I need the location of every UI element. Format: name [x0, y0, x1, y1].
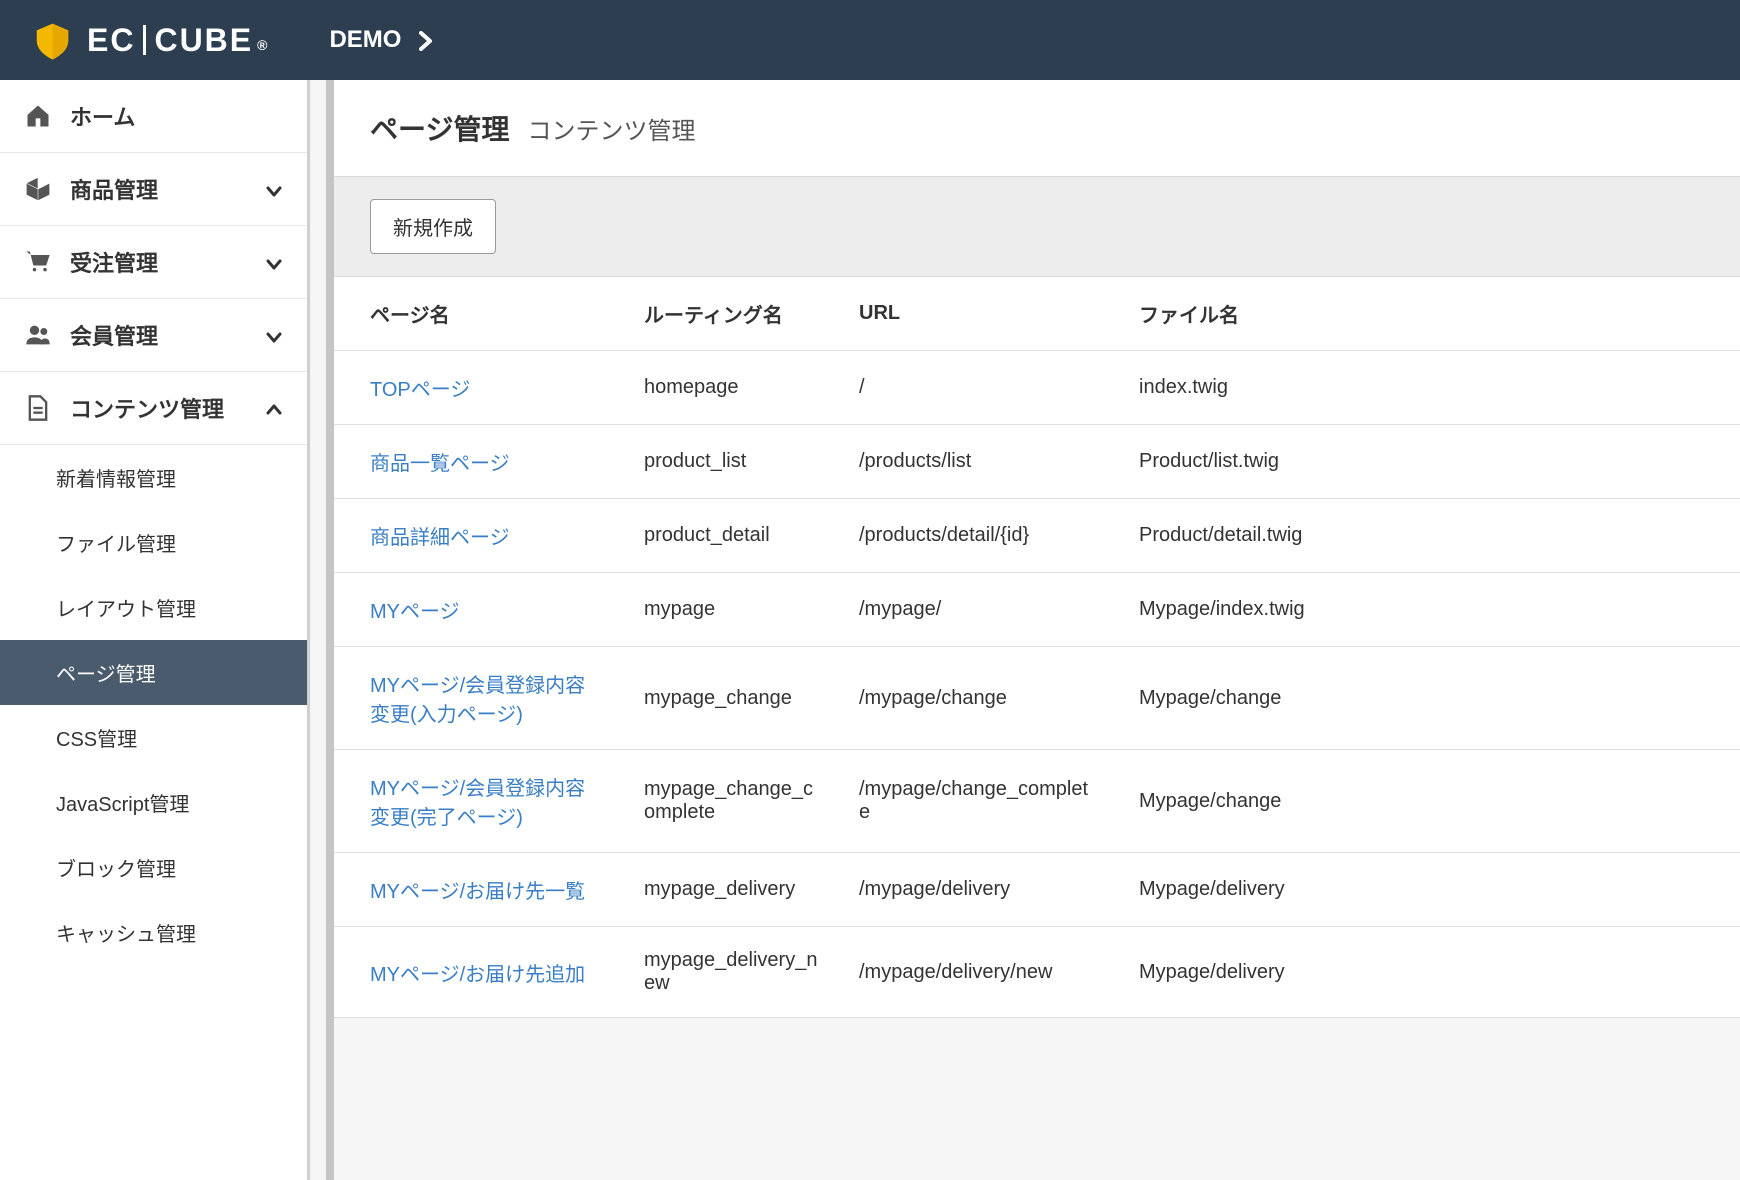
chevron-down-icon	[265, 253, 283, 271]
table-header-row: ページ名 ルーティング名 URL ファイル名	[334, 277, 1740, 351]
page-header: ページ管理 コンテンツ管理	[334, 80, 1740, 176]
subnav-item-page[interactable]: ページ管理	[0, 640, 307, 705]
cell-url: /mypage/change	[839, 647, 1119, 750]
th-routing: ルーティング名	[624, 277, 839, 351]
sidebar-item-label: 会員管理	[70, 319, 265, 351]
cell-file: Product/detail.twig	[1119, 499, 1740, 573]
subnav-item-js[interactable]: JavaScript管理	[0, 770, 307, 835]
cell-route: product_detail	[624, 499, 839, 573]
toolbar: 新規作成	[334, 176, 1740, 277]
cell-route: product_list	[624, 425, 839, 499]
sidebar-item-label: 商品管理	[70, 173, 265, 205]
th-page-name: ページ名	[334, 277, 624, 351]
page-name-link[interactable]: 商品詳細ページ	[334, 499, 624, 573]
logo-shield-icon	[30, 18, 75, 63]
table-row: MYページmypage/mypage/Mypage/index.twig	[334, 573, 1740, 647]
cell-url: /	[839, 351, 1119, 425]
page-table: ページ名 ルーティング名 URL ファイル名 TOPページhomepage/in…	[334, 277, 1740, 1018]
demo-link[interactable]: DEMO	[329, 26, 433, 54]
top-header: EC CUBE ® DEMO	[0, 0, 1740, 80]
cell-file: Mypage/change	[1119, 647, 1740, 750]
sidebar: ホーム 商品管理 受注管理 会員管理 コンテンツ管理 新着情報管理 ファイル管理…	[0, 80, 310, 1180]
page-name-link[interactable]: MYページ/お届け先一覧	[334, 853, 624, 927]
cell-file: Mypage/delivery	[1119, 927, 1740, 1018]
cell-url: /products/detail/{id}	[839, 499, 1119, 573]
file-icon	[24, 394, 52, 422]
cell-file: Mypage/index.twig	[1119, 573, 1740, 647]
subnav-item-cache[interactable]: キャッシュ管理	[0, 900, 307, 965]
demo-label: DEMO	[329, 26, 401, 54]
sidebar-item-orders[interactable]: 受注管理	[0, 226, 307, 299]
cube-icon	[24, 175, 52, 203]
logo-text-cube: CUBE	[154, 22, 253, 59]
th-url: URL	[839, 277, 1119, 351]
sidebar-item-label: コンテンツ管理	[70, 392, 265, 424]
cell-file: Mypage/delivery	[1119, 853, 1740, 927]
cell-url: /mypage/	[839, 573, 1119, 647]
page-name-link[interactable]: MYページ/お届け先追加	[334, 927, 624, 1018]
page-name-link[interactable]: MYページ/会員登録内容変更(入力ページ)	[334, 647, 624, 750]
logo-text-ec: EC	[87, 22, 135, 59]
cell-url: /mypage/delivery	[839, 853, 1119, 927]
logo-trademark: ®	[257, 37, 269, 53]
cell-url: /mypage/delivery/new	[839, 927, 1119, 1018]
cell-route: mypage_delivery	[624, 853, 839, 927]
cell-url: /mypage/change_complete	[839, 750, 1119, 853]
sidebar-item-members[interactable]: 会員管理	[0, 299, 307, 372]
cell-url: /products/list	[839, 425, 1119, 499]
create-button[interactable]: 新規作成	[370, 199, 496, 254]
subnav-item-news[interactable]: 新着情報管理	[0, 445, 307, 510]
cell-file: Product/list.twig	[1119, 425, 1740, 499]
sidebar-item-content[interactable]: コンテンツ管理	[0, 372, 307, 445]
home-icon	[24, 102, 52, 130]
logo[interactable]: EC CUBE ®	[30, 18, 269, 63]
cart-icon	[24, 248, 52, 276]
cell-route: mypage_change	[624, 647, 839, 750]
users-icon	[24, 321, 52, 349]
sidebar-item-products[interactable]: 商品管理	[0, 153, 307, 226]
table-row: MYページ/会員登録内容変更(入力ページ)mypage_change/mypag…	[334, 647, 1740, 750]
page-name-link[interactable]: MYページ/会員登録内容変更(完了ページ)	[334, 750, 624, 853]
table-row: 商品詳細ページproduct_detail/products/detail/{i…	[334, 499, 1740, 573]
page-name-link[interactable]: MYページ	[334, 573, 624, 647]
sidebar-item-home[interactable]: ホーム	[0, 80, 307, 153]
table-row: TOPページhomepage/index.twig	[334, 351, 1740, 425]
subnav-item-block[interactable]: ブロック管理	[0, 835, 307, 900]
page-title: ページ管理	[370, 108, 509, 148]
page-name-link[interactable]: TOPページ	[334, 351, 624, 425]
table-row: MYページ/お届け先一覧mypage_delivery/mypage/deliv…	[334, 853, 1740, 927]
cell-route: mypage_change_complete	[624, 750, 839, 853]
subnav-item-layout[interactable]: レイアウト管理	[0, 575, 307, 640]
chevron-down-icon	[265, 180, 283, 198]
sidebar-subnav: 新着情報管理 ファイル管理 レイアウト管理 ページ管理 CSS管理 JavaSc…	[0, 445, 307, 965]
cell-route: homepage	[624, 351, 839, 425]
th-file: ファイル名	[1119, 277, 1740, 351]
logo-divider-icon	[143, 25, 146, 55]
chevron-right-icon	[419, 30, 433, 50]
table-row: MYページ/お届け先追加mypage_delivery_new/mypage/d…	[334, 927, 1740, 1018]
table-row: 商品一覧ページproduct_list/products/listProduct…	[334, 425, 1740, 499]
chevron-up-icon	[265, 399, 283, 417]
page-subtitle: コンテンツ管理	[527, 111, 695, 146]
cell-route: mypage	[624, 573, 839, 647]
page-name-link[interactable]: 商品一覧ページ	[334, 425, 624, 499]
subnav-item-file[interactable]: ファイル管理	[0, 510, 307, 575]
main-content: ページ管理 コンテンツ管理 新規作成 ページ名 ルーティング名 URL ファイル…	[310, 80, 1740, 1180]
sidebar-item-label: 受注管理	[70, 246, 265, 278]
cell-file: index.twig	[1119, 351, 1740, 425]
cell-route: mypage_delivery_new	[624, 927, 839, 1018]
sidebar-item-label: ホーム	[70, 100, 283, 132]
subnav-item-css[interactable]: CSS管理	[0, 705, 307, 770]
cell-file: Mypage/change	[1119, 750, 1740, 853]
table-row: MYページ/会員登録内容変更(完了ページ)mypage_change_compl…	[334, 750, 1740, 853]
chevron-down-icon	[265, 326, 283, 344]
